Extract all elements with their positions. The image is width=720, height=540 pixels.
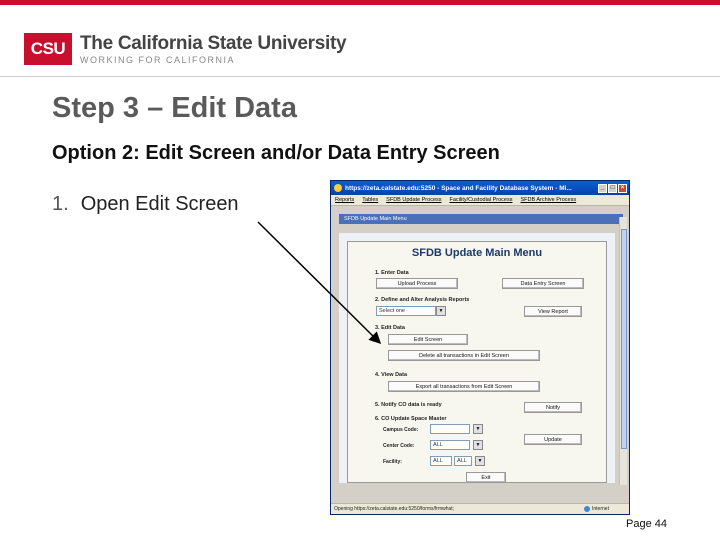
data-entry-screen-button[interactable]: Data Entry Screen (502, 278, 584, 289)
zone-label: Internet (592, 506, 609, 512)
view-report-button[interactable]: View Report (524, 306, 582, 317)
center-code-input[interactable]: ALL (430, 440, 470, 450)
logo-title: The California State University (80, 32, 347, 54)
logo-subtitle: WORKING FOR CALIFORNIA (80, 54, 236, 65)
zone-indicator: Internet (584, 506, 629, 512)
delete-all-transactions-button[interactable]: Delete all transactions in Edit Screen (388, 350, 540, 361)
slide-title: Step 3 – Edit Data (52, 92, 297, 124)
logo-text: The California State University WORKING … (80, 32, 347, 65)
section-analysis-reports: 2. Define and Alter Analysis Reports (375, 297, 470, 303)
header-divider (0, 76, 720, 77)
chevron-down-icon[interactable]: ▼ (436, 306, 446, 316)
campus-code-label: Campus Code: (383, 427, 419, 433)
list-item: 1. Open Edit Screen (52, 193, 239, 216)
menu-item-tables[interactable]: Tables (362, 197, 378, 203)
page-number: Page 44 (626, 518, 667, 530)
section-edit-data: 3. Edit Data (375, 325, 405, 331)
menu-item-reports[interactable]: Reports (335, 197, 354, 203)
browser-title: https://zeta.calstate.edu:5250 - Space a… (345, 184, 572, 192)
status-text: Opening https://zeta.calstate.edu:5250/f… (334, 506, 455, 512)
globe-icon (584, 506, 590, 512)
scroll-thumb[interactable] (621, 229, 627, 449)
browser-title-bar: https://zeta.calstate.edu:5250 - Space a… (331, 181, 629, 195)
minimize-icon[interactable]: _ (598, 183, 607, 193)
menu-item-sfdb-update-process[interactable]: SFDB Update Process (386, 197, 441, 203)
csu-logo: CSU The California State University WORK… (24, 32, 347, 66)
center-code-label: Center Code: (383, 443, 415, 449)
upload-process-button[interactable]: Upload Process (376, 278, 458, 289)
center-dropdown-icon[interactable]: ▼ (473, 440, 483, 450)
section-co-update: 6. CO Update Space Master (375, 416, 447, 422)
campus-code-input[interactable] (430, 424, 470, 434)
update-button[interactable]: Update (524, 434, 582, 445)
update-menu-form: SFDB Update Main Menu 1. Enter Data Uplo… (347, 241, 607, 483)
browser-content: SFDB Update Main Menu 1. Enter Data Uplo… (339, 233, 615, 483)
section-enter-data: 1. Enter Data (375, 270, 409, 276)
facility-input-1[interactable]: ALL (430, 456, 452, 466)
facility-label: Facility: (383, 459, 402, 465)
form-window-tab: SFDB Update Main Menu (339, 214, 623, 224)
ie-icon (334, 184, 342, 192)
window-controls: _ □ × (598, 183, 627, 193)
facility-dropdown-icon[interactable]: ▼ (475, 456, 485, 466)
menu-item-facility-custodial-process[interactable]: Facility/Custodial Process (450, 197, 513, 203)
vertical-scrollbar[interactable] (619, 217, 627, 485)
export-all-transactions-button[interactable]: Export all transactions from Edit Screen (388, 381, 540, 392)
exit-button[interactable]: Exit (466, 472, 506, 483)
slide: CSU The California State University WORK… (0, 0, 720, 540)
section-view-data: 4. View Data (375, 372, 407, 378)
browser-window: https://zeta.calstate.edu:5250 - Space a… (330, 180, 630, 515)
notify-button[interactable]: Notify (524, 402, 582, 413)
menu-item-sfdb-archive-process[interactable]: SFDB Archive Process (520, 197, 576, 203)
browser-menu-bar: Reports Tables SFDB Update Process Facil… (331, 195, 629, 206)
campus-dropdown-icon[interactable]: ▼ (473, 424, 483, 434)
maximize-icon[interactable]: □ (608, 183, 617, 193)
brand-top-bar (0, 0, 720, 5)
section-notify-co: 5. Notify CO data is ready (375, 402, 442, 408)
option-heading: Option 2: Edit Screen and/or Data Entry … (52, 142, 500, 164)
edit-screen-button[interactable]: Edit Screen (388, 334, 468, 345)
form-heading: SFDB Update Main Menu (411, 247, 543, 259)
report-select[interactable]: Select one (376, 306, 436, 316)
list-item-number: 1. (52, 193, 69, 215)
facility-input-2[interactable]: ALL (454, 456, 472, 466)
list-item-text: Open Edit Screen (80, 193, 239, 215)
logo-mark: CSU (24, 33, 72, 65)
browser-status-bar: Opening https://zeta.calstate.edu:5250/f… (331, 503, 629, 514)
close-icon[interactable]: × (618, 183, 627, 193)
